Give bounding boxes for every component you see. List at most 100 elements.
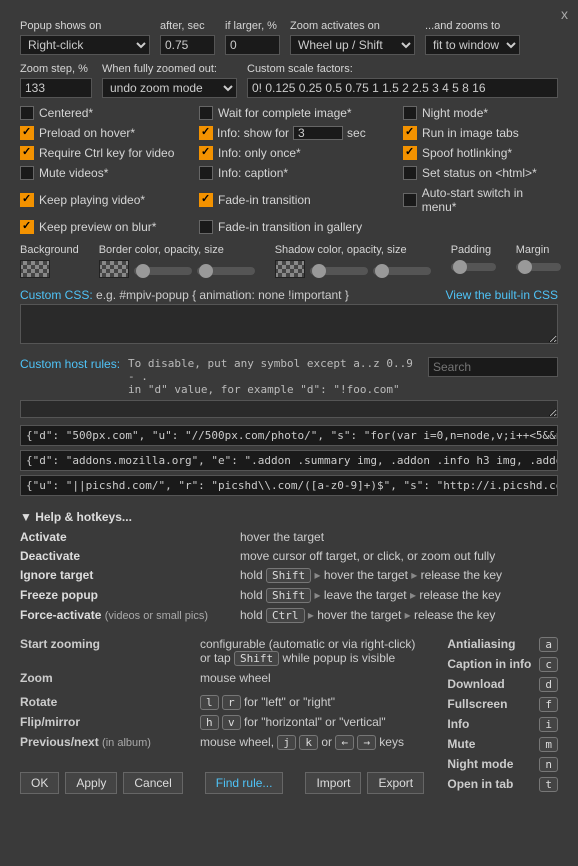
prevnext-desc: mouse wheel, j k or ← → keys xyxy=(200,735,427,750)
scale-factors-input[interactable] xyxy=(247,78,558,98)
set-status-label: Set status on <html>* xyxy=(422,166,537,180)
force-label: Force-activate (videos or small pics) xyxy=(20,608,230,623)
wait-complete-check[interactable] xyxy=(199,106,213,120)
info-show-label: Info: show for xyxy=(217,126,289,140)
shortcuts-table: Antialiasinga Caption in infoc Downloadd… xyxy=(447,637,558,792)
after-sec-label: after, sec xyxy=(160,20,215,32)
rule-1[interactable]: {"d": "500px.com", "u": "//500px.com/pho… xyxy=(20,425,558,446)
keep-playing-check[interactable] xyxy=(20,193,34,207)
host-rules-search[interactable] xyxy=(428,357,558,377)
ctrl-key-check[interactable] xyxy=(20,146,34,160)
popup-shows-select[interactable]: Right-click xyxy=(20,35,150,55)
freeze-label: Freeze popup xyxy=(20,588,230,603)
zooms-to-label: ...and zooms to xyxy=(425,20,520,32)
if-larger-input[interactable] xyxy=(225,35,280,55)
keep-playing-label: Keep playing video* xyxy=(39,193,145,207)
padding-slider[interactable] xyxy=(451,263,496,271)
centered-label: Centered* xyxy=(39,106,93,120)
custom-css-hint: e.g. #mpiv-popup { animation: none !impo… xyxy=(96,288,349,302)
night-mode-check[interactable] xyxy=(403,106,417,120)
flip-label: Flip/mirror xyxy=(20,715,195,730)
ok-button[interactable]: OK xyxy=(20,772,59,794)
rotate-desc: l r for "left" or "right" xyxy=(200,695,427,710)
ignore-desc: hold Shift ▸ hover the target ▸ release … xyxy=(240,568,558,583)
cancel-button[interactable]: Cancel xyxy=(123,772,182,794)
help-header[interactable]: ▼ Help & hotkeys... xyxy=(20,510,558,524)
padding-label: Padding xyxy=(451,244,496,256)
host-rules-hint1: To disable, put any symbol except a..z 0… xyxy=(128,357,420,383)
auto-start-label: Auto-start switch in menu* xyxy=(422,186,558,214)
scale-factors-label: Custom scale factors: xyxy=(247,63,558,75)
spoof-label: Spoof hotlinking* xyxy=(422,146,512,160)
freeze-desc: hold Shift ▸ leave the target ▸ release … xyxy=(240,588,558,603)
spoof-check[interactable] xyxy=(403,146,417,160)
info-once-label: Info: only once* xyxy=(218,146,301,160)
zooms-to-select[interactable]: fit to window xyxy=(425,35,520,55)
wait-complete-label: Wait for complete image* xyxy=(218,106,352,120)
rule-2[interactable]: {"d": "addons.mozilla.org", "e": ".addon… xyxy=(20,450,558,471)
flip-desc: h v for "horizontal" or "vertical" xyxy=(200,715,427,730)
sec-label: sec xyxy=(347,126,366,140)
find-rule-button[interactable]: Find rule... xyxy=(205,772,284,794)
info-caption-check[interactable] xyxy=(199,166,213,180)
activate-label: Activate xyxy=(20,530,230,544)
border-label: Border color, opacity, size xyxy=(99,244,255,256)
border-swatch[interactable] xyxy=(99,260,129,278)
rotate-label: Rotate xyxy=(20,695,195,710)
run-image-tabs-check[interactable] xyxy=(403,126,417,140)
info-show-sec-input[interactable] xyxy=(293,126,343,140)
preload-label: Preload on hover* xyxy=(39,126,135,140)
custom-css-textarea[interactable] xyxy=(20,304,558,344)
prevnext-label: Previous/next (in album) xyxy=(20,735,195,750)
margin-slider[interactable] xyxy=(516,263,561,271)
border-size-slider[interactable] xyxy=(197,267,255,275)
background-swatch[interactable] xyxy=(20,260,50,278)
background-label: Background xyxy=(20,244,79,256)
close-icon[interactable]: x xyxy=(561,6,568,22)
keep-preview-label: Keep preview on blur* xyxy=(39,220,156,234)
export-button[interactable]: Export xyxy=(367,772,424,794)
info-caption-label: Info: caption* xyxy=(218,166,288,180)
fully-zoomed-label: When fully zoomed out: xyxy=(102,63,237,75)
night-mode-label: Night mode* xyxy=(422,106,488,120)
fully-zoomed-select[interactable]: undo zoom mode xyxy=(102,78,237,98)
shadow-swatch[interactable] xyxy=(275,260,305,278)
shadow-label: Shadow color, opacity, size xyxy=(275,244,431,256)
start-zoom-label: Start zooming xyxy=(20,637,195,666)
mute-check[interactable] xyxy=(20,166,34,180)
fade-in-label: Fade-in transition xyxy=(218,193,311,207)
force-desc: hold Ctrl ▸ hover the target ▸ release t… xyxy=(240,608,558,623)
centered-check[interactable] xyxy=(20,106,34,120)
apply-button[interactable]: Apply xyxy=(65,772,117,794)
host-rules-textarea[interactable] xyxy=(20,400,558,418)
zoom-activates-select[interactable]: Wheel up / Shift xyxy=(290,35,415,55)
zoom-activates-label: Zoom activates on xyxy=(290,20,415,32)
host-rules-hint2: in "d" value, for example "d": "!foo.com… xyxy=(128,383,420,396)
keep-preview-check[interactable] xyxy=(20,220,34,234)
if-larger-label: if larger, % xyxy=(225,20,280,32)
fade-in-gallery-check[interactable] xyxy=(199,220,213,234)
zoom-desc: mouse wheel xyxy=(200,671,427,685)
rule-3[interactable]: {"u": "||picshd.com/", "r": "picshd\\.co… xyxy=(20,475,558,496)
custom-css-label: Custom CSS: xyxy=(20,288,93,302)
set-status-check[interactable] xyxy=(403,166,417,180)
deactivate-desc: move cursor off target, or click, or zoo… xyxy=(240,549,558,563)
shadow-opacity-slider[interactable] xyxy=(310,267,368,275)
view-builtin-css-link[interactable]: View the built-in CSS xyxy=(446,288,559,302)
fade-in-check[interactable] xyxy=(199,193,213,207)
import-button[interactable]: Import xyxy=(305,772,361,794)
fade-in-gallery-label: Fade-in transition in gallery xyxy=(218,220,362,234)
auto-start-check[interactable] xyxy=(403,193,417,207)
deactivate-label: Deactivate xyxy=(20,549,230,563)
zoom-step-input[interactable] xyxy=(20,78,92,98)
shadow-size-slider[interactable] xyxy=(373,267,431,275)
run-image-tabs-label: Run in image tabs xyxy=(422,126,519,140)
border-opacity-slider[interactable] xyxy=(134,267,192,275)
zoom-label: Zoom xyxy=(20,671,195,685)
after-sec-input[interactable] xyxy=(160,35,215,55)
preload-check[interactable] xyxy=(20,126,34,140)
ignore-label: Ignore target xyxy=(20,568,230,583)
margin-label: Margin xyxy=(516,244,561,256)
info-once-check[interactable] xyxy=(199,146,213,160)
info-show-check[interactable] xyxy=(199,126,213,140)
